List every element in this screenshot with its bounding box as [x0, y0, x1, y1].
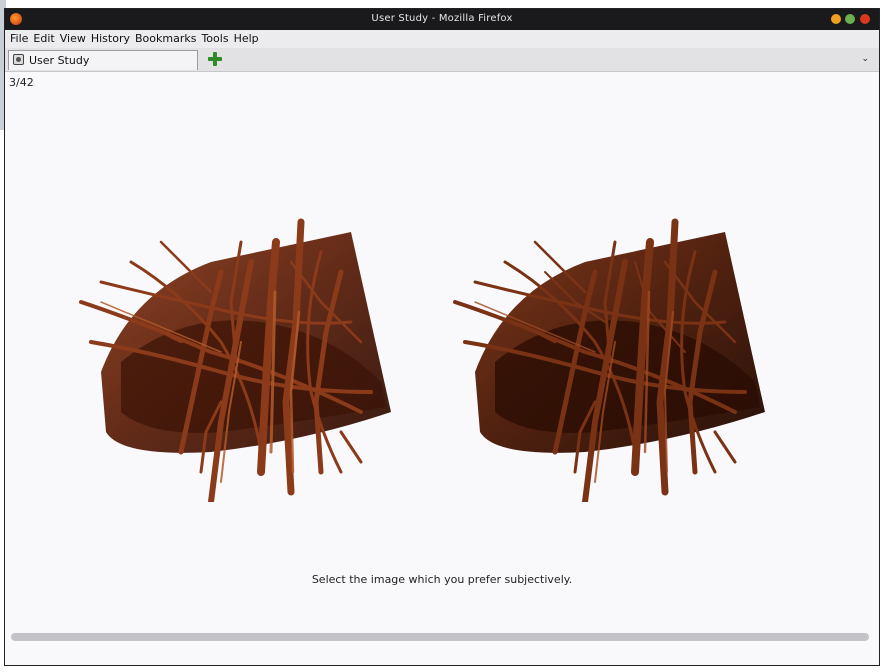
- menu-bookmarks[interactable]: Bookmarks: [132, 30, 198, 45]
- vessel-rendering-right-image: [453, 218, 765, 505]
- menu-edit[interactable]: Edit: [30, 30, 56, 45]
- horizontal-scrollbar[interactable]: [11, 633, 869, 641]
- page-content: 3/42 Select the image which you prefer s…: [5, 72, 879, 665]
- tab-label: User Study: [29, 54, 90, 67]
- close-button[interactable]: [860, 14, 870, 24]
- menu-file[interactable]: File: [5, 30, 30, 45]
- rendering-option-left[interactable]: [61, 202, 401, 505]
- tab-user-study[interactable]: User Study: [8, 50, 198, 70]
- maximize-button[interactable]: [845, 14, 855, 24]
- plus-icon[interactable]: [207, 51, 223, 67]
- window-title: User Study - Mozilla Firefox: [371, 13, 513, 24]
- menu-help[interactable]: Help: [231, 30, 261, 45]
- menu-bar: File Edit View History Bookmarks Tools Help: [5, 30, 879, 48]
- menu-view[interactable]: View: [57, 30, 88, 45]
- instruction-text: Select the image which you prefer subjec…: [311, 573, 573, 586]
- minimize-button[interactable]: [831, 14, 841, 24]
- menu-history[interactable]: History: [88, 30, 132, 45]
- screen: User Study - Mozilla Firefox File Edit Vie…: [0, 0, 888, 672]
- title-bar: User Study - Mozilla Firefox: [5, 9, 879, 30]
- tab-bar: User Study ⌄: [5, 48, 879, 72]
- progress-counter: 3/42: [9, 76, 34, 89]
- vessel-rendering-left-image: [79, 218, 391, 505]
- browser-window: User Study - Mozilla Firefox File Edit Vie…: [4, 8, 880, 666]
- rendering-option-right[interactable]: [435, 202, 775, 505]
- page-favicon-icon: [13, 54, 24, 65]
- chevron-down-icon[interactable]: ⌄: [861, 54, 869, 64]
- menu-tools[interactable]: Tools: [198, 30, 230, 45]
